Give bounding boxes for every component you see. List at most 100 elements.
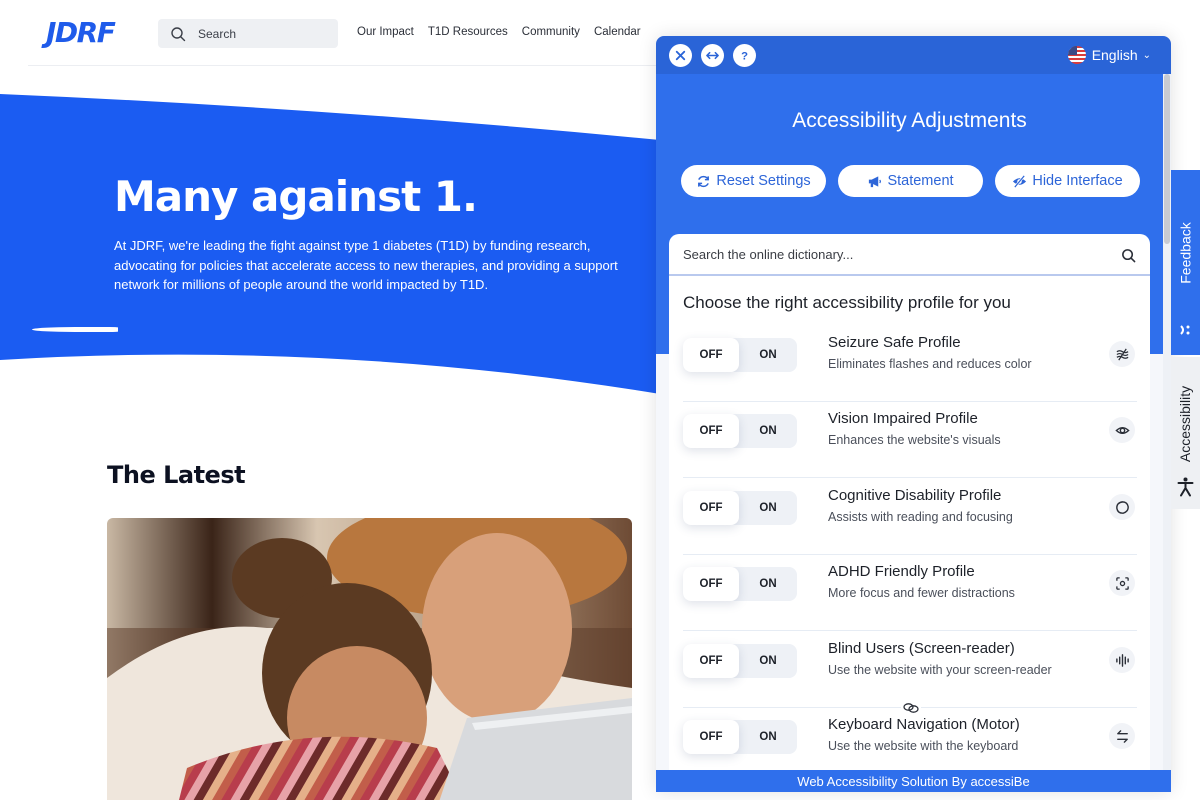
eye-icon xyxy=(1114,426,1130,434)
arrows-swap-icon xyxy=(1116,729,1128,743)
profile-toggle[interactable]: OFF ON xyxy=(683,491,797,525)
accessibility-panel: ? English ⌄ Accessibility Adjustments Re… xyxy=(656,36,1171,792)
profile-toggle[interactable]: OFF ON xyxy=(683,720,797,754)
toggle-on-option[interactable]: ON xyxy=(739,567,797,601)
toggle-off-option[interactable]: OFF xyxy=(683,414,739,448)
link-icon xyxy=(901,701,921,715)
profile-icon-badge xyxy=(1109,494,1135,520)
accessibility-tab[interactable]: Accessibility xyxy=(1171,357,1200,509)
language-label: English xyxy=(1091,47,1138,63)
hero-decoration xyxy=(32,327,118,332)
accessibility-label: Accessibility xyxy=(1177,385,1194,463)
toggle-off-option[interactable]: OFF xyxy=(683,338,739,372)
site-search-placeholder: Search xyxy=(198,26,237,41)
page: JDRF Search Our Impact T1D Resources Com… xyxy=(0,0,1200,800)
focus-frame-icon xyxy=(1115,576,1129,590)
search-icon xyxy=(171,26,186,41)
close-icon xyxy=(675,50,686,60)
profile-description: Assists with reading and focusing xyxy=(828,510,1013,524)
latest-article-image[interactable] xyxy=(107,518,632,800)
waves-slash-icon xyxy=(1116,348,1128,360)
nav-calendar[interactable]: Calendar xyxy=(594,26,641,38)
profile-icon-badge xyxy=(1109,417,1135,443)
resize-icon xyxy=(706,51,719,59)
nav-t1d-resources[interactable]: T1D Resources xyxy=(428,26,508,38)
reset-settings-button[interactable]: Reset Settings xyxy=(681,165,826,197)
hero-text: At JDRF, we're leading the fight against… xyxy=(114,238,618,292)
profile-toggle[interactable]: OFF ON xyxy=(683,644,797,678)
refresh-icon xyxy=(698,175,710,187)
profile-adhd-friendly: OFF ON ADHD Friendly Profile More focus … xyxy=(683,555,1137,631)
dictionary-search xyxy=(669,234,1150,276)
profiles-section-title: Choose the right accessibility profile f… xyxy=(683,293,1011,312)
profile-description: Use the website with the keyboard xyxy=(828,739,1019,753)
accessibility-person-icon xyxy=(1177,477,1194,497)
toggle-off-option[interactable]: OFF xyxy=(683,567,739,601)
hide-interface-label: Hide Interface xyxy=(1032,173,1123,189)
panel-footer-link[interactable]: Web Accessibility Solution By accessiBe xyxy=(656,770,1171,792)
profile-description: Eliminates flashes and reduces color xyxy=(828,357,1032,371)
profile-description: Enhances the website's visuals xyxy=(828,433,1001,447)
toggle-off-option[interactable]: OFF xyxy=(683,644,739,678)
toggle-off-option[interactable]: OFF xyxy=(683,491,739,525)
toggle-on-option[interactable]: ON xyxy=(739,720,797,754)
close-button[interactable] xyxy=(669,43,692,67)
toggle-on-option[interactable]: ON xyxy=(739,644,797,678)
toggle-on-option[interactable]: ON xyxy=(739,338,797,372)
megaphone-icon xyxy=(869,175,882,187)
nav-our-impact[interactable]: Our Impact xyxy=(357,26,414,38)
profile-name: Vision Impaired Profile xyxy=(828,410,978,427)
profile-name: Blind Users (Screen-reader) xyxy=(828,640,1015,657)
statement-label: Statement xyxy=(887,173,954,189)
chevron-down-icon: ⌄ xyxy=(1142,49,1151,61)
photo-illustration xyxy=(107,518,632,800)
svg-text:?: ? xyxy=(741,50,748,62)
audio-wave-icon xyxy=(1115,653,1129,667)
profile-icon-badge xyxy=(1109,570,1135,596)
eye-slash-icon xyxy=(1013,174,1027,188)
profile-name: Keyboard Navigation (Motor) xyxy=(828,716,1020,733)
panel-scrollbar-thumb[interactable] xyxy=(1164,74,1170,244)
profile-description: Use the website with your screen-reader xyxy=(828,663,1052,677)
smile-icon xyxy=(1180,325,1190,335)
language-select[interactable]: English ⌄ xyxy=(1067,46,1151,64)
profile-toggle[interactable]: OFF ON xyxy=(683,567,797,601)
profile-name: Cognitive Disability Profile xyxy=(828,487,1002,504)
statement-button[interactable]: Statement xyxy=(838,165,983,197)
profile-toggle[interactable]: OFF ON xyxy=(683,338,797,372)
main-nav: Our Impact T1D Resources Community Calen… xyxy=(357,26,641,38)
help-icon: ? xyxy=(741,50,748,62)
profile-toggle[interactable]: OFF ON xyxy=(683,414,797,448)
profile-seizure-safe: OFF ON Seizure Safe Profile Eliminates f… xyxy=(683,326,1137,402)
toggle-on-option[interactable]: ON xyxy=(739,414,797,448)
profile-cognitive-disability: OFF ON Cognitive Disability Profile Assi… xyxy=(683,479,1137,555)
profile-description: More focus and fewer distractions xyxy=(828,586,1015,600)
profile-vision-impaired: OFF ON Vision Impaired Profile Enhances … xyxy=(683,402,1137,478)
feedback-label: Feedback xyxy=(1177,221,1194,284)
profile-blind-users: OFF ON Blind Users (Screen-reader) Use t… xyxy=(683,632,1137,708)
jdrf-logo[interactable]: JDRF xyxy=(46,16,116,49)
profiles-card: Choose the right accessibility profile f… xyxy=(669,234,1150,792)
profile-name: ADHD Friendly Profile xyxy=(828,563,975,580)
toggle-off-option[interactable]: OFF xyxy=(683,720,739,754)
panel-title: Accessibility Adjustments xyxy=(792,109,1027,132)
site-search-input[interactable]: Search xyxy=(158,19,338,48)
toggle-on-option[interactable]: ON xyxy=(739,491,797,525)
hero-title: Many against 1. xyxy=(114,172,478,221)
search-icon[interactable] xyxy=(1121,248,1136,263)
profile-icon-badge xyxy=(1109,341,1135,367)
accessibility-label-wrap: Accessibility xyxy=(1171,357,1200,477)
resize-button[interactable] xyxy=(701,43,724,67)
dictionary-search-input[interactable] xyxy=(683,246,1103,262)
latest-title: The Latest xyxy=(107,461,246,489)
profile-icon-badge xyxy=(1109,647,1135,673)
feedback-tab[interactable]: Feedback xyxy=(1171,170,1200,355)
us-flag-icon xyxy=(1067,46,1086,64)
circle-icon xyxy=(1115,500,1129,514)
help-button[interactable]: ? xyxy=(733,43,756,67)
panel-topbar: ? English ⌄ xyxy=(656,36,1171,74)
hide-interface-button[interactable]: Hide Interface xyxy=(995,165,1140,197)
profile-name: Seizure Safe Profile xyxy=(828,334,961,351)
nav-community[interactable]: Community xyxy=(522,26,580,38)
panel-actions: Reset Settings Statement Hide Interface xyxy=(681,165,1140,197)
